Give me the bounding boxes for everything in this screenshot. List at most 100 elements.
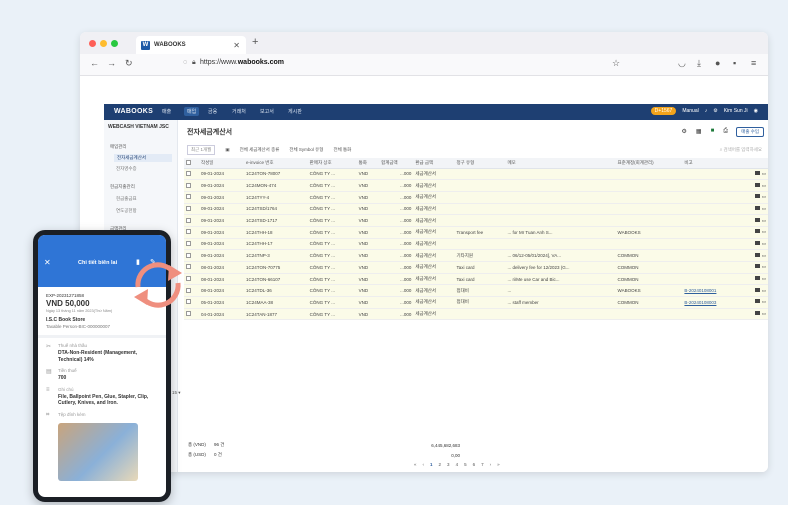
col-refund[interactable]: 환급 금액 — [413, 158, 455, 169]
browser-tab[interactable]: W WABOOKS ✕ — [136, 36, 246, 54]
manual-link[interactable]: Manual — [682, 108, 698, 114]
menu-finance[interactable]: 금융 — [208, 108, 217, 115]
row-actions[interactable]: ▭ — [742, 238, 768, 251]
comment-icon[interactable]: ▭ — [762, 183, 766, 188]
document-icon[interactable] — [754, 205, 760, 210]
sidebar-item-cash-out[interactable]: 현금출금표 — [116, 196, 137, 202]
col-currency[interactable]: 통화 — [356, 158, 380, 169]
comment-icon[interactable]: ▭ — [762, 206, 766, 211]
sidebar-item-e-invoice[interactable]: 전자세금계산서 — [114, 154, 172, 162]
currency-filter[interactable]: 전체 통화 — [333, 147, 351, 153]
minimize-window-button[interactable] — [100, 40, 107, 47]
table-row[interactable]: 09-01-2024 1C24TYY-4 CÔNG TY ... VND ...000 세… — [184, 191, 768, 204]
row-checkbox[interactable] — [184, 273, 199, 286]
row-checkbox[interactable] — [184, 296, 199, 309]
col-date[interactable]: 작성일 — [198, 158, 245, 169]
row-actions[interactable]: ▭ — [742, 296, 768, 309]
document-icon[interactable] — [754, 276, 760, 281]
document-icon[interactable] — [754, 229, 760, 234]
comment-icon[interactable]: ▭ — [762, 288, 766, 293]
row-checkbox[interactable] — [184, 203, 199, 216]
row-actions[interactable]: ▭ — [742, 273, 768, 286]
row-actions[interactable]: ▭ — [742, 179, 768, 192]
comment-icon[interactable]: ▭ — [762, 253, 766, 258]
col-seller[interactable]: 판매자 상호 — [307, 158, 357, 169]
document-icon[interactable] — [754, 311, 760, 316]
close-icon[interactable]: ✕ — [44, 258, 51, 267]
row-actions[interactable]: ▭ — [742, 284, 768, 298]
account-icon[interactable]: ● — [715, 58, 720, 68]
maximize-window-button[interactable] — [111, 40, 118, 47]
settings-icon[interactable]: ⚙ — [682, 128, 687, 135]
page-number[interactable]: 5 — [464, 462, 467, 467]
menu-sales[interactable]: 매출 — [162, 108, 171, 115]
last-page-icon[interactable]: » — [497, 462, 500, 467]
row-checkbox[interactable] — [184, 179, 199, 192]
row-actions[interactable]: ▭ — [742, 191, 768, 204]
comment-icon[interactable]: ▭ — [762, 264, 766, 269]
row-actions[interactable]: ▭ — [742, 249, 768, 262]
wabooks-logo[interactable]: WABOOKS — [114, 108, 153, 115]
menu-icon[interactable]: ≡ — [751, 58, 756, 68]
row-checkbox[interactable] — [184, 308, 199, 321]
row-actions[interactable]: ▭ — [742, 168, 768, 181]
period-filter[interactable]: 최근 1개월 — [187, 145, 216, 155]
document-icon[interactable] — [754, 252, 760, 257]
url-bar[interactable]: https://www.wabooks.com — [200, 59, 284, 66]
row-checkbox[interactable] — [184, 261, 199, 274]
row-actions[interactable]: ▭ — [742, 214, 768, 227]
menu-purchase[interactable]: 매입 — [184, 107, 200, 116]
gear-icon[interactable]: ⚙ — [713, 108, 717, 114]
row-actions[interactable]: ▭ — [742, 226, 768, 239]
row-checkbox[interactable] — [184, 249, 199, 262]
row-checkbox[interactable] — [184, 191, 199, 204]
table-row[interactable]: 09-01-2024 1C24TNP-3 CÔNG TY ... VND ...000 세… — [184, 249, 768, 262]
table-row[interactable]: 08-01-2024 1C24TDL-36 CÔNG TY ... VND ...000… — [184, 284, 768, 298]
grid-icon[interactable]: ▦ — [696, 128, 702, 135]
sidebar-item-contribution[interactable]: 연도공헌항 — [116, 208, 137, 214]
col-note[interactable]: 비고 — [682, 158, 743, 169]
comment-icon[interactable]: ▭ — [762, 171, 766, 176]
pocket-icon[interactable]: ◡ — [678, 58, 686, 69]
invoice-type-filter[interactable]: 전체 세금계산서 종류 — [240, 147, 280, 153]
col-account[interactable]: 표준계정(회계관리) — [615, 158, 683, 169]
document-icon[interactable] — [754, 194, 760, 199]
shield-icon[interactable]: ◌ — [183, 59, 187, 66]
subscription-badge[interactable]: D+1567 — [650, 107, 677, 115]
sidebar-item-e-receipt[interactable]: 전자영수증 — [116, 166, 137, 172]
extension-icon[interactable]: ▪ — [733, 58, 736, 68]
user-name[interactable]: Kim Sun Ji — [724, 108, 748, 114]
download-icon[interactable]: ⤓ — [697, 58, 701, 69]
table-row[interactable]: 09-01-2024 1C24TSD-1717 CÔNG TY ... VND ...0… — [184, 214, 768, 227]
back-icon[interactable]: ← — [90, 58, 99, 68]
menu-partners[interactable]: 거래처 — [232, 108, 246, 115]
symbol-filter[interactable]: 전체 Symbol 유형 — [289, 147, 323, 153]
avatar[interactable]: ◉ — [754, 108, 758, 114]
page-number[interactable]: 1 — [430, 462, 433, 467]
col-invoice-no[interactable]: e-invoice 번호 — [244, 158, 308, 169]
excel-icon[interactable]: ■ — [711, 128, 715, 135]
prev-page-icon[interactable]: ‹ — [423, 462, 425, 467]
next-page-icon[interactable]: › — [490, 462, 492, 467]
table-row[interactable]: 04-01-2024 1C24TAN-1877 CÔNG TY ... VND ...0… — [184, 308, 768, 321]
page-number[interactable]: 3 — [447, 462, 450, 467]
first-page-icon[interactable]: « — [414, 462, 417, 467]
table-row[interactable]: 09-01-2024 1C24MON-474 CÔNG TY ... VND ...00… — [184, 179, 768, 192]
document-icon[interactable] — [754, 264, 760, 269]
reload-icon[interactable]: ↻ — [125, 58, 133, 69]
page-number[interactable]: 7 — [481, 462, 484, 467]
close-tab-icon[interactable]: ✕ — [233, 41, 240, 50]
document-icon[interactable] — [754, 217, 760, 222]
comment-icon[interactable]: ▭ — [762, 311, 766, 316]
comment-icon[interactable]: ▭ — [762, 276, 766, 281]
import-button[interactable]: 매출 수입 — [736, 127, 764, 137]
menu-board[interactable]: 게시판 — [288, 108, 302, 115]
comment-icon[interactable]: ▭ — [762, 241, 766, 246]
col-claim-type[interactable]: 청구 유형 — [454, 158, 506, 169]
page-size-select[interactable]: 15 ▾ — [172, 390, 181, 396]
document-icon[interactable] — [754, 182, 760, 187]
table-row[interactable]: 05-01-2024 1C24MAA-38 CÔNG TY ... VND ...000… — [184, 296, 768, 309]
document-icon[interactable] — [754, 287, 760, 292]
menu-reports[interactable]: 보고서 — [260, 108, 274, 115]
page-number[interactable]: 2 — [439, 462, 442, 467]
